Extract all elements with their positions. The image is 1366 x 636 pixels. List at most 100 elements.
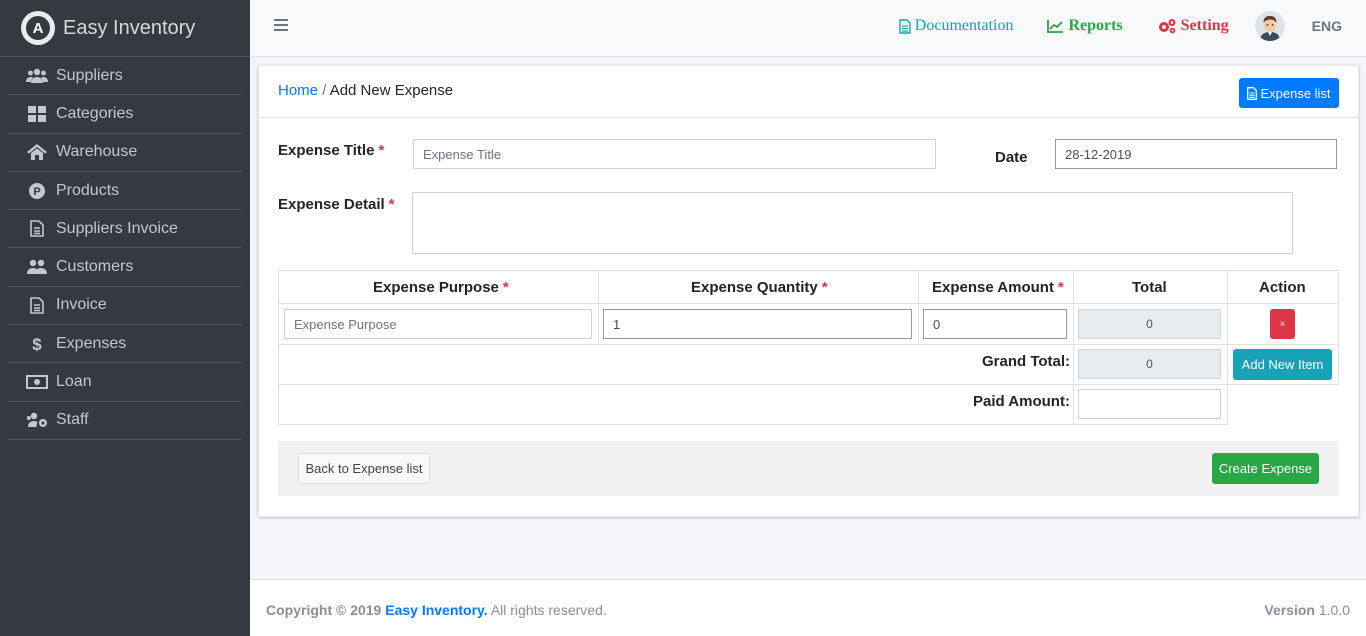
cogs-icon bbox=[1158, 19, 1176, 34]
row-total-field: 0 bbox=[1078, 309, 1221, 339]
sidebar-item-invoice[interactable]: Invoice bbox=[8, 287, 242, 326]
brand-logo-letter: A bbox=[26, 16, 50, 40]
svg-text:P: P bbox=[33, 186, 40, 198]
version-text: Version 1.0.0 bbox=[1264, 602, 1350, 618]
line-chart-icon bbox=[1047, 19, 1064, 33]
sidebar-item-suppliers[interactable]: Suppliers bbox=[8, 57, 242, 96]
page-footer: Copyright © 2019 Easy Inventory. All rig… bbox=[250, 579, 1366, 636]
sidebar-item-label: Expenses bbox=[56, 334, 127, 352]
required-mark: * bbox=[821, 279, 828, 296]
add-new-item-button[interactable]: Add New Item bbox=[1233, 349, 1332, 380]
grid-icon bbox=[26, 105, 48, 123]
sidebar-item-label: Customers bbox=[56, 258, 134, 276]
version-value: 1.0.0 bbox=[1318, 602, 1350, 618]
sidebar-item-label: Suppliers Invoice bbox=[56, 219, 178, 237]
brand-name: Easy Inventory bbox=[63, 16, 196, 39]
sidebar-item-label: Products bbox=[56, 181, 120, 199]
required-mark: * bbox=[388, 196, 395, 213]
grand-total-field: 0 bbox=[1078, 349, 1221, 379]
table-divider bbox=[1073, 270, 1074, 425]
sidebar-item-suppliers-invoice[interactable]: Suppliers Invoice bbox=[8, 210, 242, 249]
paid-amount-label: Paid Amount: bbox=[973, 393, 1070, 410]
remove-row-button[interactable]: × bbox=[1270, 309, 1295, 339]
table-divider bbox=[1227, 270, 1228, 385]
reports-label: Reports bbox=[1068, 17, 1123, 34]
sidebar-item-expenses[interactable]: $ Expenses bbox=[8, 325, 242, 364]
required-mark: * bbox=[502, 279, 509, 296]
setting-link[interactable]: Setting bbox=[1157, 17, 1229, 35]
header-expense-amount: Expense Amount * bbox=[932, 279, 1064, 296]
header-text: Expense Amount bbox=[932, 279, 1054, 296]
file-icon bbox=[26, 220, 48, 238]
users-cog-icon bbox=[26, 411, 48, 429]
brand-link[interactable]: A Easy Inventory bbox=[0, 0, 250, 57]
header-total: Total bbox=[1132, 279, 1167, 296]
sidebar-item-loan[interactable]: Loan bbox=[8, 363, 242, 402]
copyright-prefix: Copyright © 2019 bbox=[266, 602, 382, 618]
breadcrumb-current: Add New Expense bbox=[329, 82, 454, 99]
language-selector[interactable]: ENG bbox=[1312, 18, 1342, 34]
form-actions-bar bbox=[278, 441, 1339, 496]
header-expense-purpose: Expense Purpose * bbox=[373, 279, 509, 296]
sidebar-item-warehouse[interactable]: Warehouse bbox=[8, 134, 242, 172]
rights-text: All rights reserved. bbox=[490, 602, 607, 618]
sidebar-item-customers[interactable]: Customers bbox=[8, 248, 242, 287]
sidebar: A Easy Inventory Suppliers Categories Wa… bbox=[0, 0, 250, 636]
create-expense-button[interactable]: Create Expense bbox=[1212, 453, 1319, 484]
user-avatar[interactable] bbox=[1254, 11, 1285, 41]
back-to-expense-list-button[interactable]: Back to Expense list bbox=[298, 453, 430, 484]
product-p-icon: P bbox=[26, 182, 48, 200]
file-icon bbox=[1247, 86, 1258, 100]
file-text-icon bbox=[899, 18, 911, 34]
expense-purpose-input[interactable]: Expense Purpose bbox=[284, 309, 592, 339]
brand-logo-icon: A bbox=[21, 11, 55, 45]
required-mark: * bbox=[1057, 279, 1064, 296]
header-text: Expense Purpose bbox=[373, 279, 499, 296]
footer-brand-link[interactable]: Easy Inventory. bbox=[385, 602, 487, 618]
breadcrumb: Home / Add New Expense bbox=[278, 82, 453, 99]
card-header: Home / Add New Expense Expense list bbox=[259, 66, 1358, 118]
menu-toggle-icon[interactable] bbox=[274, 19, 288, 31]
money-bill-icon bbox=[26, 373, 48, 391]
home-icon bbox=[26, 143, 48, 161]
expense-list-button[interactable]: Expense list bbox=[1239, 78, 1339, 108]
copyright-text: Copyright © 2019 Easy Inventory. All rig… bbox=[266, 602, 607, 618]
documentation-label: Documentation bbox=[914, 17, 1014, 34]
expense-detail-textarea[interactable] bbox=[412, 192, 1293, 254]
sidebar-item-categories[interactable]: Categories bbox=[8, 95, 242, 134]
expense-detail-label: Expense Detail * bbox=[278, 196, 395, 213]
expense-amount-input[interactable]: 0 bbox=[923, 309, 1067, 339]
date-label: Date bbox=[995, 149, 1028, 166]
setting-label: Setting bbox=[1180, 17, 1229, 34]
sidebar-item-label: Warehouse bbox=[56, 143, 138, 161]
expense-title-input[interactable]: Expense Title bbox=[413, 139, 936, 169]
table-divider bbox=[278, 344, 1339, 345]
date-input[interactable]: 28-12-2019 bbox=[1055, 139, 1337, 169]
expense-list-label: Expense list bbox=[1260, 85, 1331, 101]
expense-title-label: Expense Title * bbox=[278, 142, 384, 159]
grand-total-label: Grand Total: bbox=[982, 353, 1071, 370]
expense-quantity-input[interactable]: 1 bbox=[603, 309, 912, 339]
header-expense-quantity: Expense Quantity * bbox=[691, 279, 828, 296]
svg-text:$: $ bbox=[32, 335, 42, 353]
dollar-icon: $ bbox=[26, 335, 48, 353]
table-divider bbox=[598, 270, 599, 345]
expense-title-label-text: Expense Title bbox=[278, 142, 375, 159]
sidebar-item-label: Categories bbox=[56, 104, 134, 122]
sidebar-item-products[interactable]: P Products bbox=[8, 172, 242, 211]
breadcrumb-home-link[interactable]: Home bbox=[278, 82, 318, 99]
reports-link[interactable]: Reports bbox=[1047, 17, 1123, 35]
table-divider bbox=[278, 303, 1339, 304]
file-icon bbox=[26, 296, 48, 314]
paid-amount-input[interactable] bbox=[1078, 389, 1221, 419]
sidebar-item-label: Suppliers bbox=[56, 66, 123, 84]
expense-detail-label-text: Expense Detail bbox=[278, 196, 385, 213]
sidebar-item-staff[interactable]: Staff bbox=[8, 402, 242, 440]
header-text: Expense Quantity bbox=[691, 279, 818, 296]
header-action: Action bbox=[1259, 279, 1306, 296]
documentation-link[interactable]: Documentation bbox=[899, 17, 1014, 35]
sidebar-item-label: Staff bbox=[56, 411, 89, 429]
top-links: Documentation Reports Setting ENG bbox=[899, 0, 1366, 52]
breadcrumb-separator: / bbox=[322, 82, 327, 99]
user-group-icon bbox=[26, 258, 48, 276]
